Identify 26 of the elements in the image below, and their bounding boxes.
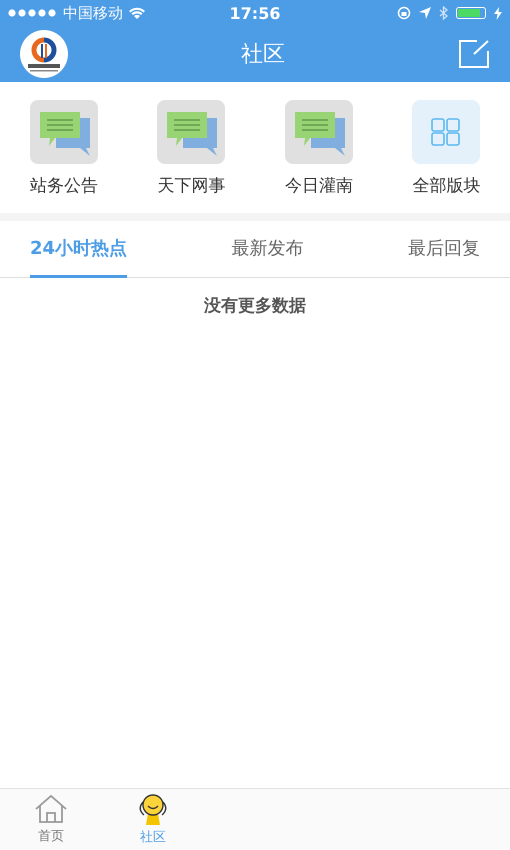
- wifi-icon: [128, 6, 146, 20]
- empty-message: 没有更多数据: [204, 294, 306, 316]
- charging-icon: [494, 6, 502, 20]
- tab[interactable]: 24小时热点: [30, 221, 128, 278]
- house-icon: [34, 794, 68, 824]
- chat-bubbles-icon: [157, 100, 226, 164]
- signal-icon: [8, 9, 58, 17]
- page-title: 社区: [241, 41, 285, 69]
- clock-time: 17:56: [230, 4, 280, 22]
- location-arrow-icon: [419, 7, 431, 19]
- compose-icon[interactable]: [458, 39, 490, 69]
- tab[interactable]: 最后回复: [408, 221, 480, 278]
- chat-bubbles-icon: [284, 100, 353, 164]
- grid-icon: [412, 100, 480, 164]
- section-item[interactable]: 天下网事: [128, 100, 255, 197]
- section-item[interactable]: 站务公告: [0, 100, 128, 197]
- logo-icon: [20, 30, 68, 78]
- bluetooth-icon: [439, 6, 448, 20]
- tab-bar-item[interactable]: 首页: [16, 789, 86, 850]
- tab[interactable]: 最新发布: [232, 221, 304, 278]
- carrier-name: 中国移动: [63, 4, 123, 22]
- section-item[interactable]: 今日灌南: [255, 100, 382, 197]
- chat-bubbles-icon: [30, 100, 98, 164]
- rotation-lock-icon: [397, 6, 411, 20]
- section-item[interactable]: 全部版块: [382, 100, 510, 197]
- battery-icon: [456, 7, 486, 19]
